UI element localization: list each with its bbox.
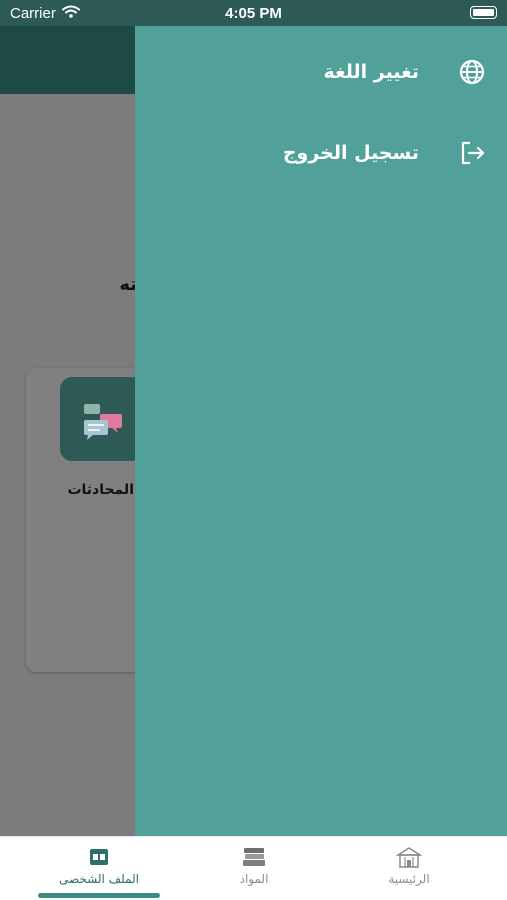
tab-profile[interactable]: الملف الشخصى [29, 845, 169, 891]
tab-label: الملف الشخصى [59, 872, 139, 886]
app-screen: Carrier 4:05 PM ته المحادثات تغيير اللغة… [0, 0, 507, 900]
books-icon [241, 845, 267, 869]
drawer-item-label: تسجيل الخروج [282, 142, 419, 164]
side-drawer: تغيير اللغة تسجيل الخروج [135, 26, 507, 836]
drawer-item-label: تغيير اللغة [323, 61, 419, 83]
battery-icon [470, 6, 497, 19]
tab-home[interactable]: الرئيسية [339, 845, 479, 891]
logout-icon [457, 138, 487, 168]
status-time: 4:05 PM [225, 5, 282, 22]
active-tab-indicator [38, 893, 160, 898]
chats-tile[interactable] [60, 377, 144, 461]
globe-icon [457, 57, 487, 87]
tab-label: الرئيسية [388, 872, 430, 886]
drawer-item-change-language[interactable]: تغيير اللغة [324, 52, 487, 92]
status-bar: Carrier 4:05 PM [0, 0, 507, 26]
chat-bubbles-icon [84, 404, 122, 440]
profile-card-icon [89, 845, 109, 869]
tab-label: المواد [239, 872, 269, 886]
school-icon [396, 845, 422, 869]
chats-tile-label: المحادثات [67, 482, 134, 498]
bottom-tab-bar: الملف الشخصى المواد الرئيسية [0, 836, 507, 900]
drawer-item-logout[interactable]: تسجيل الخروج [283, 133, 487, 173]
tab-subjects[interactable]: المواد [184, 845, 324, 891]
